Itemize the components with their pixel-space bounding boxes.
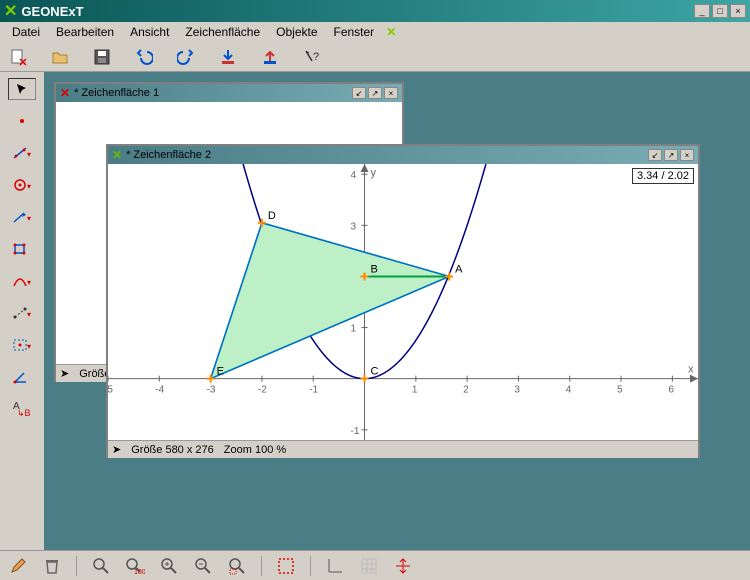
top-toolbar: ? (0, 42, 750, 72)
save-file-icon[interactable] (92, 47, 112, 67)
polygon-tool[interactable] (8, 238, 36, 260)
svg-text:↳B: ↳B (17, 408, 31, 417)
menu-bearbeiten[interactable]: Bearbeiten (48, 23, 122, 41)
child1-pointer-icon: ➤ (60, 367, 69, 380)
menu-datei[interactable]: Datei (4, 23, 48, 41)
zoom-out-icon[interactable] (193, 556, 213, 576)
child2-close-button[interactable]: × (680, 149, 694, 161)
separator (76, 556, 77, 576)
svg-text:C: C (371, 366, 379, 378)
child1-max-button[interactable]: ↗ (368, 87, 382, 99)
separator (261, 556, 262, 576)
svg-text:▾: ▾ (27, 182, 31, 191)
tool-sidebar: ▾ ▾ ▾ ▾ ▾ ▾ A↳B (0, 72, 44, 550)
svg-text:▾: ▾ (27, 214, 31, 223)
svg-text:E: E (217, 366, 224, 378)
svg-text:1: 1 (351, 324, 357, 335)
angle-tool[interactable] (8, 366, 36, 388)
separator (310, 556, 311, 576)
child1-icon: ✕ (60, 86, 70, 100)
svg-text:y: y (371, 167, 377, 179)
coord-display: 3.34 / 2.02 (632, 168, 694, 184)
svg-text:?: ? (313, 51, 319, 63)
child2-max-button[interactable]: ↗ (664, 149, 678, 161)
help-icon[interactable]: ? (302, 47, 322, 67)
pointer-tool[interactable] (8, 78, 36, 100)
window-titlebar: ✕ GEONExT _ □ × (0, 0, 750, 22)
point-tool[interactable] (8, 110, 36, 132)
svg-text:x: x (688, 364, 694, 376)
svg-text:5: 5 (617, 385, 623, 396)
menu-fenster[interactable]: Fenster (326, 23, 383, 41)
svg-text:4: 4 (566, 385, 572, 396)
curve-tool[interactable]: ▾ (8, 270, 36, 292)
close-button[interactable]: × (730, 4, 746, 18)
svg-text:B: B (371, 263, 378, 275)
svg-text:-1: -1 (309, 385, 318, 396)
svg-text:100%: 100% (134, 569, 145, 575)
app-title: GEONExT (21, 4, 694, 19)
menu-close-icon[interactable]: ✕ (386, 25, 396, 39)
svg-text:▾: ▾ (27, 310, 31, 319)
measure-tool[interactable]: ▾ (8, 302, 36, 324)
axes-icon[interactable] (325, 556, 345, 576)
child1-close-button[interactable]: × (384, 87, 398, 99)
svg-text:-4: -4 (155, 385, 164, 396)
menu-ansicht[interactable]: Ansicht (122, 23, 177, 41)
maximize-button[interactable]: □ (712, 4, 728, 18)
svg-text:▾: ▾ (27, 150, 31, 159)
snap-icon[interactable] (393, 556, 413, 576)
workspace: ✕ * Zeichenfläche 1 ↙ ↗ × ➤ Größe ✕ * Ze… (44, 72, 750, 550)
svg-text:3: 3 (514, 385, 520, 396)
child2-pointer-icon: ➤ (112, 443, 121, 456)
svg-text:4: 4 (351, 170, 357, 181)
svg-text:3: 3 (351, 221, 357, 232)
line-tool[interactable]: ▾ (8, 142, 36, 164)
edit-icon[interactable] (8, 556, 28, 576)
svg-text:1: 1 (412, 385, 418, 396)
minimize-button[interactable]: _ (694, 4, 710, 18)
upload-icon[interactable] (260, 47, 280, 67)
redo-icon[interactable] (176, 47, 196, 67)
select-area-tool[interactable]: ▾ (8, 334, 36, 356)
open-file-icon[interactable] (50, 47, 70, 67)
svg-text:▾: ▾ (27, 278, 31, 287)
bottom-toolbar: 100% (0, 550, 750, 580)
child2-status-zoom: Zoom 100 % (224, 444, 286, 456)
app-icon: ✕ (4, 1, 17, 21)
menubar: Datei Bearbeiten Ansicht Zeichenfläche O… (0, 22, 750, 42)
circle-tool[interactable]: ▾ (8, 174, 36, 196)
zoom-in-icon[interactable] (159, 556, 179, 576)
svg-text:6: 6 (668, 385, 674, 396)
zoom-fit-icon[interactable] (91, 556, 111, 576)
svg-text:-5: -5 (108, 385, 113, 396)
child1-title: * Zeichenfläche 1 (74, 87, 352, 99)
svg-text:-2: -2 (258, 385, 267, 396)
label-tool[interactable]: A↳B (8, 398, 36, 420)
zoom-area-icon[interactable] (227, 556, 247, 576)
plot-area[interactable]: 3.34 / 2.02 xy-5-4-3-2-1123456-11234ABCD… (108, 164, 698, 440)
svg-text:-1: -1 (351, 426, 360, 437)
child2-min-button[interactable]: ↙ (648, 149, 662, 161)
child1-min-button[interactable]: ↙ (352, 87, 366, 99)
svg-text:A: A (455, 263, 463, 275)
svg-text:D: D (268, 210, 276, 222)
child2-icon: ✕ (112, 148, 122, 162)
trash-icon[interactable] (42, 556, 62, 576)
child2-title: * Zeichenfläche 2 (126, 149, 648, 161)
svg-text:2: 2 (463, 385, 469, 396)
zoom-100-icon[interactable]: 100% (125, 556, 145, 576)
download-icon[interactable] (218, 47, 238, 67)
arrow-tool[interactable]: ▾ (8, 206, 36, 228)
child-window-2[interactable]: ✕ * Zeichenfläche 2 ↙ ↗ × 3.34 / 2.02 x y… (106, 144, 700, 458)
grid-icon[interactable] (359, 556, 379, 576)
menu-objekte[interactable]: Objekte (268, 23, 325, 41)
child2-status-size: Größe 580 x 276 (131, 444, 214, 456)
undo-icon[interactable] (134, 47, 154, 67)
select-rect-icon[interactable] (276, 556, 296, 576)
svg-text:-3: -3 (207, 385, 216, 396)
menu-zeichenflache[interactable]: Zeichenfläche (177, 23, 268, 41)
new-file-icon[interactable] (8, 47, 28, 67)
svg-text:▾: ▾ (27, 342, 31, 351)
